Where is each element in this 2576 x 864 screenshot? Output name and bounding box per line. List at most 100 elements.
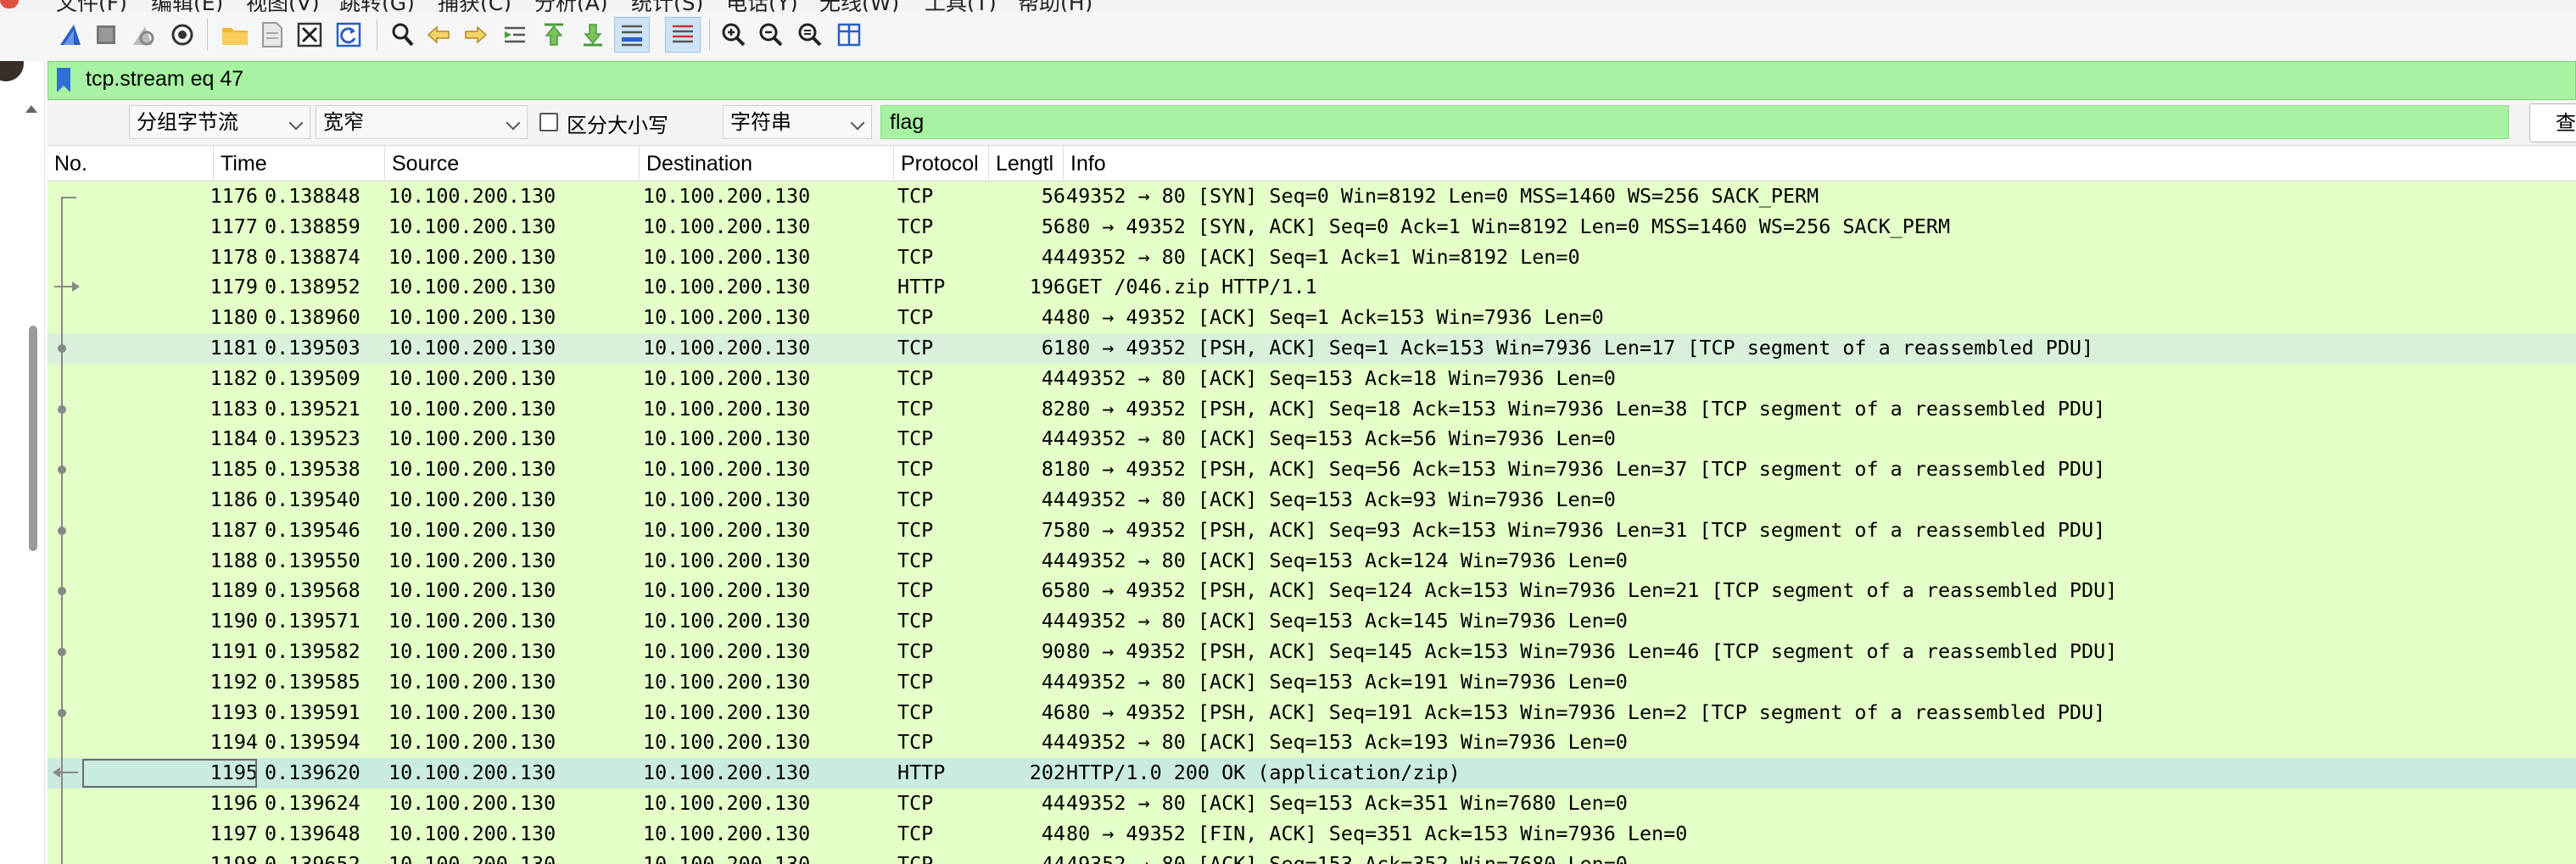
packet-row[interactable]: 1187 0.139546 10.100.200.130 10.100.200.130…	[47, 515, 2576, 546]
go-last-icon[interactable]	[575, 17, 611, 53]
packet-row[interactable]: 1182 0.139509 10.100.200.130 10.100.200.130…	[47, 363, 2576, 394]
colorize-icon[interactable]	[665, 17, 701, 53]
search-type-select[interactable]: 字符串	[723, 105, 872, 139]
search-string-input[interactable]: flag	[880, 105, 2509, 139]
stop-icon[interactable]	[88, 17, 124, 53]
normal-size-icon[interactable]	[792, 17, 828, 53]
packet-destination: 10.100.200.130	[643, 609, 811, 633]
packet-row[interactable]: 1184 0.139523 10.100.200.130 10.100.200.130…	[47, 424, 2576, 455]
menu-go[interactable]: 跳转(G)	[339, 0, 415, 12]
packet-length: 44	[1041, 426, 1065, 451]
capture-options-icon[interactable]	[165, 17, 200, 53]
packet-info: 80 → 49352 [PSH, ACK] Seq=124 Ack=153 Wi…	[1066, 578, 2118, 603]
packet-row[interactable]: 1181 0.139503 10.100.200.130 10.100.200.130…	[47, 332, 2576, 364]
find-packet-icon[interactable]	[385, 17, 421, 53]
packet-destination: 10.100.200.130	[643, 700, 811, 724]
column-header-length[interactable]: Lengtl	[989, 146, 1064, 181]
packet-row[interactable]: 1190 0.139571 10.100.200.130 10.100.200.130…	[47, 606, 2576, 637]
packet-length: 44	[1041, 851, 1065, 864]
packet-info: 80 → 49352 [PSH, ACK] Seq=145 Ack=153 Wi…	[1066, 638, 2118, 663]
save-file-icon[interactable]	[254, 17, 290, 53]
display-filter-bar[interactable]: tcp.stream eq 47	[47, 61, 2576, 100]
packet-number: 1186	[210, 487, 258, 511]
packet-destination: 10.100.200.130	[643, 730, 811, 755]
packet-row[interactable]: 1198 0.139652 10.100.200.130 10.100.200.130…	[47, 849, 2576, 864]
display-filter-input[interactable]: tcp.stream eq 47	[86, 67, 243, 92]
column-header-source[interactable]: Source	[385, 146, 640, 181]
packet-number: 1182	[210, 365, 258, 390]
packet-length: 44	[1041, 609, 1065, 633]
packet-source: 10.100.200.130	[388, 609, 556, 633]
menu-view[interactable]: 视图(V)	[246, 0, 320, 12]
side-scrollbar-thumb[interactable]	[29, 326, 37, 551]
autoscroll-icon[interactable]	[614, 17, 650, 53]
menu-wireless[interactable]: 无线(W)	[819, 0, 899, 12]
go-first-icon[interactable]	[536, 17, 572, 53]
close-file-icon[interactable]	[292, 17, 327, 53]
packet-row[interactable]: 1196 0.139624 10.100.200.130 10.100.200.130…	[47, 788, 2576, 819]
packet-row[interactable]: 1186 0.139540 10.100.200.130 10.100.200.130…	[47, 484, 2576, 516]
open-folder-icon[interactable]	[217, 17, 253, 53]
packet-length: 202	[1029, 761, 1065, 785]
packet-row[interactable]: 1188 0.139550 10.100.200.130 10.100.200.130…	[47, 545, 2576, 577]
go-forward-icon[interactable]	[458, 17, 494, 53]
restart-icon[interactable]	[126, 17, 161, 53]
column-header-destination[interactable]: Destination	[640, 146, 894, 181]
packet-row[interactable]: 1191 0.139582 10.100.200.130 10.100.200.130…	[47, 636, 2576, 667]
scroll-up-arrow-icon[interactable]	[25, 105, 37, 113]
packet-length: 44	[1041, 790, 1065, 815]
packet-length: 75	[1041, 517, 1065, 542]
resize-columns-icon[interactable]	[831, 17, 867, 53]
column-header-info[interactable]: Info	[1064, 146, 2576, 181]
go-back-icon[interactable]	[421, 17, 456, 53]
zoom-in-icon[interactable]	[716, 17, 752, 53]
packet-protocol: TCP	[897, 578, 934, 603]
packet-row[interactable]: 1192 0.139585 10.100.200.130 10.100.200.130…	[47, 666, 2576, 698]
packet-info: 80 → 49352 [FIN, ACK] Seq=351 Ack=153 Wi…	[1066, 821, 1688, 845]
menu-tools[interactable]: 工具(T)	[925, 0, 997, 12]
column-header-time[interactable]: Time	[214, 146, 385, 181]
menu-file[interactable]: 文件(F)	[56, 0, 127, 12]
conversation-line	[61, 303, 63, 333]
packet-protocol: HTTP	[897, 761, 946, 785]
menu-analyze[interactable]: 分析(A)	[534, 0, 608, 12]
reload-icon[interactable]	[331, 17, 366, 53]
packet-source: 10.100.200.130	[388, 396, 556, 421]
menu-telephony[interactable]: 电话(Y)	[726, 0, 798, 12]
packet-row[interactable]: 1194 0.139594 10.100.200.130 10.100.200.130…	[47, 727, 2576, 759]
packet-row[interactable]: 1176 0.138848 10.100.200.130 10.100.200.130…	[47, 181, 2576, 212]
packet-row[interactable]: 1189 0.139568 10.100.200.130 10.100.200.130…	[47, 576, 2576, 607]
menu-statistics[interactable]: 统计(S)	[631, 0, 703, 12]
packet-row[interactable]: 1177 0.138859 10.100.200.130 10.100.200.130…	[47, 211, 2576, 242]
packet-number: 1189	[210, 578, 258, 603]
menu-help[interactable]: 帮助(H)	[1018, 0, 1092, 12]
packet-length: 44	[1041, 244, 1065, 269]
menu-capture[interactable]: 捕获(C)	[438, 0, 511, 12]
chevron-down-icon	[850, 115, 865, 131]
packet-row[interactable]: 1185 0.139538 10.100.200.130 10.100.200.130…	[47, 454, 2576, 485]
column-header-no[interactable]: No.	[47, 146, 214, 181]
find-button[interactable]: 查找	[2529, 103, 2576, 142]
go-to-packet-icon[interactable]	[497, 17, 533, 53]
packet-protocol: TCP	[897, 821, 934, 845]
packet-source: 10.100.200.130	[388, 457, 556, 482]
char-width-select[interactable]: 宽窄	[316, 105, 528, 139]
column-header-protocol[interactable]: Protocol	[894, 146, 989, 181]
search-in-select[interactable]: 分组字节流	[129, 105, 310, 139]
packet-info: 49352 → 80 [SYN] Seq=0 Win=8192 Len=0 MS…	[1066, 184, 1819, 208]
packet-destination: 10.100.200.130	[643, 638, 811, 663]
packet-destination: 10.100.200.130	[643, 761, 811, 785]
packet-row[interactable]: 1183 0.139521 10.100.200.130 10.100.200.130…	[47, 393, 2576, 425]
packet-row[interactable]: 1193 0.139591 10.100.200.130 10.100.200.130…	[47, 697, 2576, 728]
packet-row[interactable]: 1180 0.138960 10.100.200.130 10.100.200.130…	[47, 303, 2576, 333]
packet-row[interactable]: 1197 0.139648 10.100.200.130 10.100.200.130…	[47, 818, 2576, 850]
filter-bookmark-icon[interactable]	[57, 68, 70, 92]
case-sensitive-checkbox[interactable]	[539, 113, 558, 131]
menu-edit[interactable]: 编辑(E)	[151, 0, 223, 12]
packet-row[interactable]: 1178 0.138874 10.100.200.130 10.100.200.130…	[47, 242, 2576, 273]
packet-length: 61	[1041, 335, 1065, 360]
packet-row[interactable]: 1195 0.139620 10.100.200.130 10.100.200.130…	[47, 758, 2576, 789]
zoom-out-icon[interactable]	[753, 17, 789, 53]
packet-row[interactable]: 1179 0.138952 10.100.200.130 10.100.200.130…	[47, 272, 2576, 304]
shark-fin-start-icon[interactable]	[53, 17, 88, 53]
